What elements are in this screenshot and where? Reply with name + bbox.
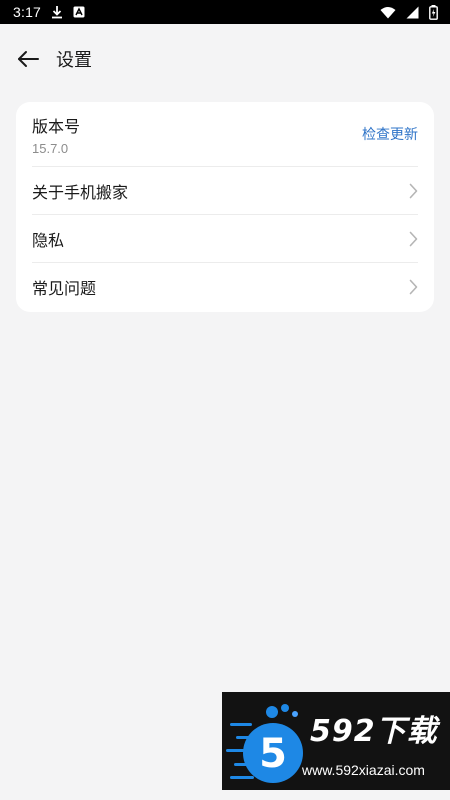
- settings-item-about-phone-clone[interactable]: 关于手机搬家: [32, 167, 418, 215]
- watermark-logo-digit: 5: [259, 731, 287, 777]
- chevron-right-icon: [409, 183, 418, 199]
- status-time: 3:17: [13, 4, 42, 20]
- version-label: 版本号: [32, 116, 81, 136]
- status-left: 3:17: [13, 4, 85, 20]
- settings-item-privacy[interactable]: 隐私: [32, 215, 418, 263]
- watermark-url: www.592xiazai.com: [302, 762, 425, 778]
- settings-item-label: 关于手机搬家: [32, 182, 129, 202]
- settings-item-label: 常见问题: [32, 279, 97, 298]
- app-notification-icon: [73, 6, 85, 18]
- battery-icon: [429, 4, 438, 20]
- watermark-brand: 592下载: [310, 714, 438, 749]
- page-title: 设置: [56, 50, 92, 71]
- settings-item-label: 隐私: [32, 230, 65, 250]
- settings-card: 版本号 15.7.0 检查更新 关于手机搬家 隐私 常见问题: [16, 102, 434, 312]
- chevron-right-icon: [409, 279, 418, 295]
- arrow-left-icon: [18, 51, 39, 67]
- version-number: 15.7.0: [32, 140, 69, 156]
- settings-item-faq[interactable]: 常见问题: [32, 263, 418, 311]
- back-button[interactable]: [0, 24, 56, 94]
- version-info: 版本号 15.7.0: [32, 113, 80, 156]
- status-right: [380, 4, 438, 20]
- signal-icon: [406, 6, 419, 19]
- chevron-right-icon: [409, 231, 418, 247]
- status-bar: 3:17: [0, 0, 450, 24]
- version-row: 版本号 15.7.0 检查更新: [32, 102, 418, 167]
- app-header: 设置: [0, 24, 450, 94]
- check-update-link[interactable]: 检查更新: [362, 124, 418, 144]
- wifi-icon: [380, 6, 396, 19]
- watermark: 5 592下载 www.592xiazai.com: [222, 692, 450, 790]
- watermark-logo-icon: 5: [226, 704, 303, 783]
- download-icon: [51, 5, 63, 19]
